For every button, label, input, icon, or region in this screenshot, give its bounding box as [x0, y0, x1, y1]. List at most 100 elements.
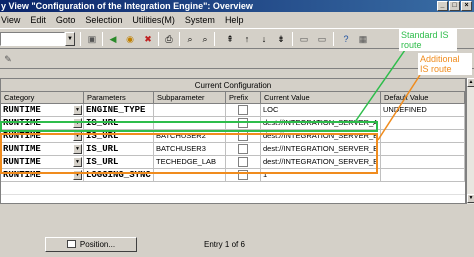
category-dropdown-icon[interactable]: ▼: [73, 144, 82, 154]
new-session-icon[interactable]: ▭: [298, 33, 310, 45]
help-icon[interactable]: ?: [340, 33, 352, 45]
scroll-up-arrow-icon[interactable]: ▲: [467, 78, 474, 87]
close-button[interactable]: ×: [461, 1, 472, 11]
category-dropdown-icon[interactable]: ▼: [73, 105, 82, 115]
table-row[interactable]: RUNTIME ▼ LOGGING_SYNC 1: [1, 169, 465, 182]
window-controls: _ □ ×: [437, 1, 472, 11]
first-page-icon[interactable]: ⇞: [224, 33, 236, 45]
column-header-parameters[interactable]: Parameters: [84, 92, 154, 104]
parameter-cell[interactable]: IS_URL: [84, 156, 154, 169]
menu-help[interactable]: Help: [220, 12, 249, 28]
category-cell[interactable]: RUNTIME: [1, 130, 84, 143]
position-icon: [66, 240, 76, 248]
exit-icon[interactable]: ◉: [124, 33, 136, 45]
prefix-cell: [226, 143, 261, 156]
category-dropdown-icon[interactable]: ▼: [73, 118, 82, 128]
prefix-cell: [226, 130, 261, 143]
category-cell[interactable]: RUNTIME: [1, 143, 84, 156]
column-header-prefix[interactable]: Prefix: [226, 92, 261, 104]
category-cell[interactable]: RUNTIME: [1, 117, 84, 130]
menu-view[interactable]: View: [0, 12, 25, 28]
table-vertical-scrollbar[interactable]: ▲ ▼: [466, 78, 474, 204]
prefix-checkbox[interactable]: [238, 131, 248, 141]
category-cell[interactable]: RUNTIME: [1, 104, 84, 117]
parameter-cell[interactable]: IS_URL: [84, 130, 154, 143]
menu-utilities[interactable]: Utilities(M): [127, 12, 180, 28]
table-row[interactable]: RUNTIME ▼ IS_URL dest://INTEGRATION_SERV…: [1, 117, 465, 130]
window-title: y View "Configuration of the Integration…: [1, 1, 253, 11]
prefix-checkbox[interactable]: [238, 144, 248, 154]
print-icon[interactable]: ⎙: [163, 33, 175, 45]
last-page-icon[interactable]: ⇟: [275, 33, 287, 45]
subparameter-cell[interactable]: TECHEDGE_LAB: [154, 156, 226, 169]
category-cell[interactable]: RUNTIME: [1, 156, 84, 169]
table-row[interactable]: RUNTIME ▼ IS_URL TECHEDGE_LAB dest://INT…: [1, 156, 465, 169]
subparameter-cell[interactable]: BATCHUSER3: [154, 143, 226, 156]
category-dropdown-icon[interactable]: ▼: [73, 170, 82, 180]
command-field[interactable]: [0, 32, 65, 46]
subparameter-cell[interactable]: BATCHUSER2: [154, 130, 226, 143]
layout-icon[interactable]: ▦: [357, 33, 369, 45]
menu-selection[interactable]: Selection: [80, 12, 127, 28]
save-icon[interactable]: ▣: [86, 33, 98, 45]
category-cell[interactable]: RUNTIME: [1, 169, 84, 182]
subparameter-cell[interactable]: [154, 169, 226, 182]
menu-system[interactable]: System: [180, 12, 220, 28]
column-header-subparameter[interactable]: Subparameter: [154, 92, 226, 104]
cancel-icon[interactable]: ✖: [142, 33, 154, 45]
parameter-cell[interactable]: IS_URL: [84, 143, 154, 156]
menu-edit[interactable]: Edit: [25, 12, 51, 28]
minimize-button[interactable]: _: [437, 1, 448, 11]
current-value-cell[interactable]: dest://INTEGRATION_SERVER_B: [261, 156, 381, 169]
parameter-cell[interactable]: LOGGING_SYNC: [84, 169, 154, 182]
prefix-checkbox[interactable]: [238, 105, 248, 115]
shortcut-icon[interactable]: ▭: [316, 33, 328, 45]
default-value-cell: [381, 156, 465, 169]
subparameter-cell[interactable]: [154, 117, 226, 130]
default-value-cell: [381, 143, 465, 156]
previous-page-icon[interactable]: ↑: [241, 33, 253, 45]
column-header-current-value[interactable]: Current Value: [261, 92, 381, 104]
table-row[interactable]: RUNTIME ▼ ENGINE_TYPE LOC UNDEFINED: [1, 104, 465, 117]
column-header-default-value[interactable]: Default Value: [381, 92, 465, 104]
menu-bar: View Edit Goto Selection Utilities(M) Sy…: [0, 12, 474, 28]
prefix-checkbox[interactable]: [238, 157, 248, 167]
parameter-cell[interactable]: ENGINE_TYPE: [84, 104, 154, 117]
table-row[interactable]: RUNTIME ▼ IS_URL BATCHUSER2 dest://INTEG…: [1, 130, 465, 143]
toolbar-separator: [214, 32, 215, 46]
default-value-cell: [381, 117, 465, 130]
back-icon[interactable]: ◀: [107, 33, 119, 45]
position-button[interactable]: Position...: [45, 237, 137, 252]
current-value-cell[interactable]: 1: [261, 169, 381, 182]
current-value-cell[interactable]: dest://INTEGRATION_SERVER_B: [261, 130, 381, 143]
entry-counter: Entry 1 of 6: [204, 240, 245, 249]
default-value-cell: [381, 169, 465, 182]
find-icon[interactable]: ⌕: [184, 33, 196, 45]
command-dropdown-button[interactable]: ▼: [65, 32, 75, 46]
prefix-cell: [226, 104, 261, 117]
current-value-cell[interactable]: LOC: [261, 104, 381, 117]
prefix-checkbox[interactable]: [238, 118, 248, 128]
table-row[interactable]: RUNTIME ▼ IS_URL BATCHUSER3 dest://INTEG…: [1, 143, 465, 156]
empty-table-row: [1, 182, 465, 195]
category-dropdown-icon[interactable]: ▼: [73, 131, 82, 141]
subparameter-cell[interactable]: [154, 104, 226, 117]
find-next-icon[interactable]: ⌕: [199, 33, 211, 45]
current-value-cell[interactable]: dest://INTEGRATION_SERVER_B: [261, 143, 381, 156]
menu-goto[interactable]: Goto: [51, 12, 81, 28]
scroll-down-arrow-icon[interactable]: ▼: [467, 194, 474, 203]
prefix-cell: [226, 169, 261, 182]
window-title-bar: y View "Configuration of the Integration…: [0, 0, 474, 12]
display-change-icon[interactable]: ✎: [2, 53, 14, 65]
column-header-category[interactable]: Category: [1, 92, 84, 104]
next-page-icon[interactable]: ↓: [258, 33, 270, 45]
table-group-header: Current Configuration: [1, 79, 465, 92]
prefix-checkbox[interactable]: [238, 170, 248, 180]
parameter-cell[interactable]: IS_URL: [84, 117, 154, 130]
current-value-cell[interactable]: dest://INTEGRATION_SERVER_A: [261, 117, 381, 130]
toolbar-separator: [179, 32, 180, 46]
category-dropdown-icon[interactable]: ▼: [73, 157, 82, 167]
toolbar-separator: [158, 32, 159, 46]
maximize-button[interactable]: □: [449, 1, 460, 11]
additional-route-callout: Additional IS route: [418, 53, 472, 75]
